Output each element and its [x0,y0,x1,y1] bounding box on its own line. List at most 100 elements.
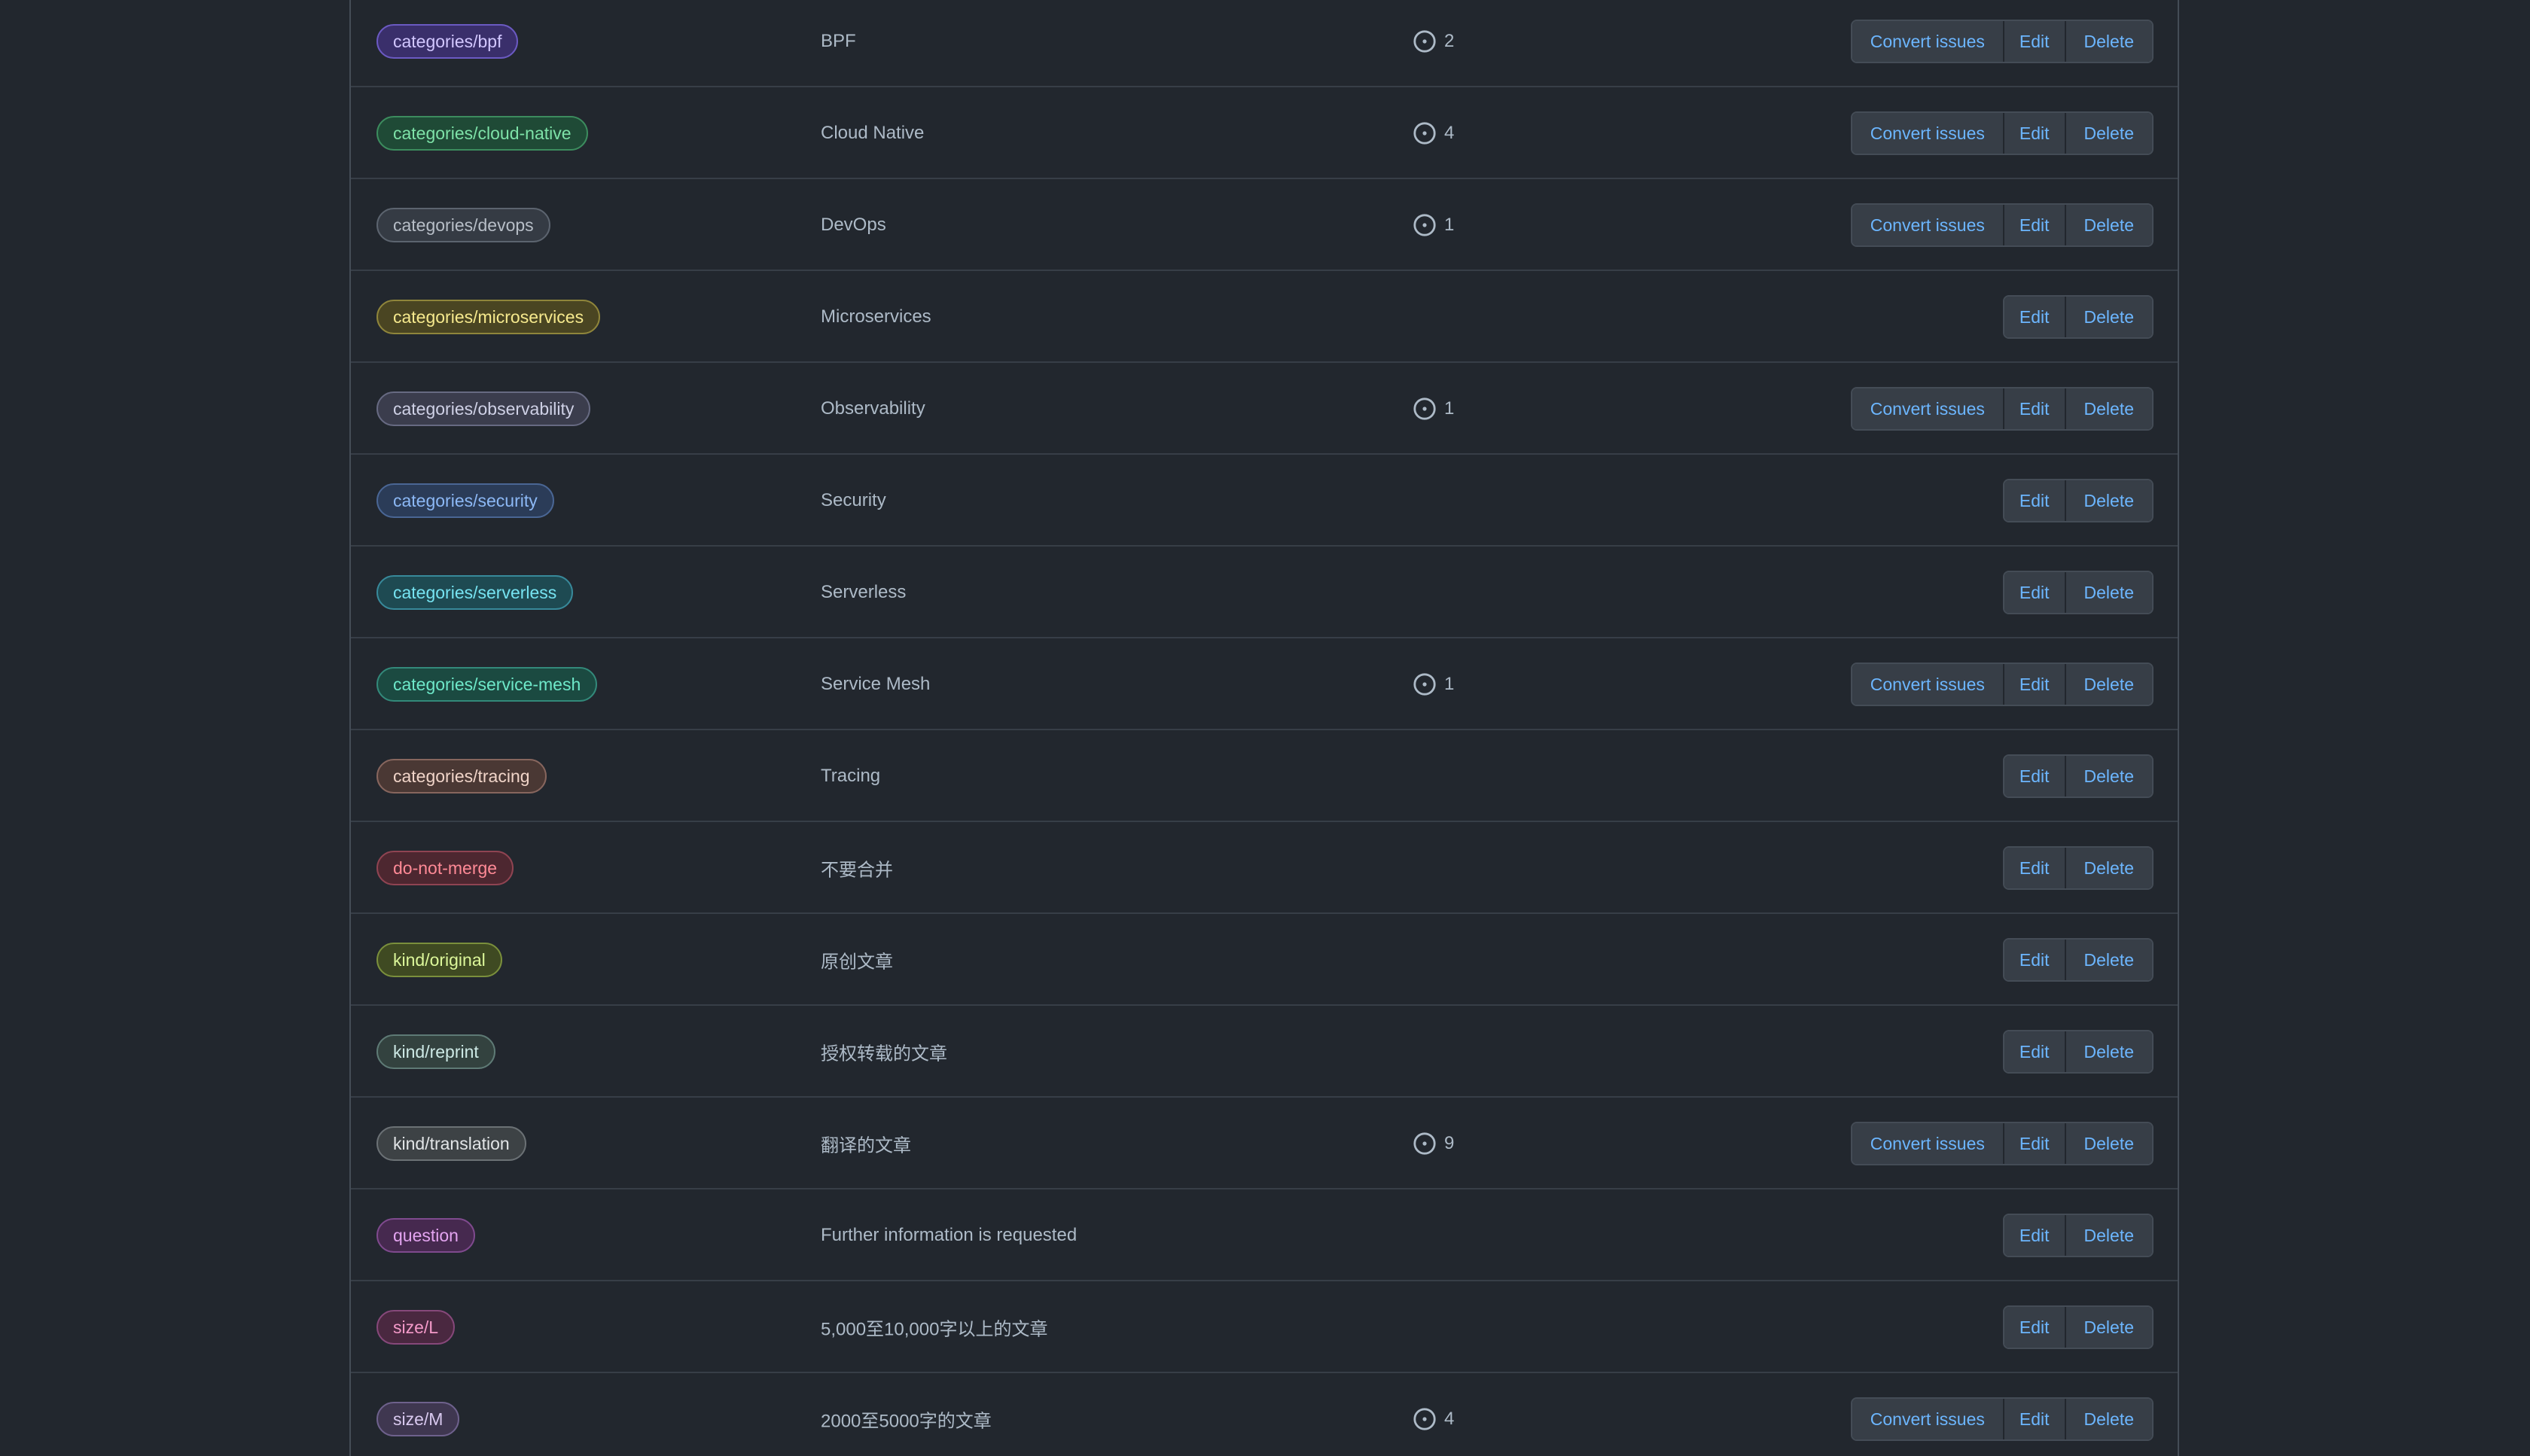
edit-button[interactable]: Edit [2002,1399,2065,1439]
label-pill[interactable]: kind/translation [376,1126,526,1161]
label-description: 翻译的文章 [821,1135,911,1156]
delete-button[interactable]: Delete [2064,572,2152,613]
open-issues-count: 2 [1444,31,1455,51]
edit-button[interactable]: Edit [2004,940,2065,980]
label-row: categories/tracing Tracing Edit Delete [351,732,2178,822]
edit-button[interactable]: Edit [2004,480,2065,521]
label-pill[interactable]: kind/reprint [376,1034,495,1069]
label-description: Service Mesh [821,674,931,694]
label-pill[interactable]: categories/observability [376,391,591,426]
label-description: 2000至5000字的文章 [821,1411,992,1432]
open-issues-link[interactable]: 9 [1413,1132,1454,1156]
issue-opened-icon [1413,122,1436,145]
label-actions: Edit Delete [2002,479,2154,522]
label-row: categories/devops DevOps 1 Convert issues Ed… [351,181,2178,271]
open-issues-count: 4 [1444,123,1455,143]
label-description: 不要合并 [821,860,893,881]
open-issues-count: 1 [1444,398,1455,419]
edit-button[interactable]: Edit [2004,848,2065,888]
label-pill[interactable]: categories/tracing [376,759,547,793]
label-actions: Convert issues Edit Delete [1850,1122,2154,1165]
delete-button[interactable]: Delete [2064,848,2152,888]
convert-issues-button[interactable]: Convert issues [1852,21,2003,62]
delete-button[interactable]: Delete [2064,297,2152,337]
label-actions: Edit Delete [2002,1030,2154,1074]
delete-button[interactable]: Delete [2064,756,2152,797]
edit-button[interactable]: Edit [2002,1123,2065,1164]
edit-button[interactable]: Edit [2004,1031,2065,1072]
delete-button[interactable]: Delete [2064,664,2152,705]
edit-button[interactable]: Edit [2004,1215,2065,1256]
convert-issues-button[interactable]: Convert issues [1852,664,2003,705]
label-row: categories/cloud-native Cloud Native 4 Conv… [351,89,2178,179]
label-pill[interactable]: kind/original [376,943,502,977]
issue-opened-icon [1413,673,1436,696]
label-pill[interactable]: do-not-merge [376,851,514,885]
label-row: kind/original 原创文章 Edit Delete [351,915,2178,1006]
convert-issues-button[interactable]: Convert issues [1852,1399,2003,1439]
label-pill[interactable]: categories/security [376,483,554,518]
edit-button[interactable]: Edit [2004,1307,2065,1348]
label-description: 原创文章 [821,952,893,973]
label-description: 授权转载的文章 [821,1043,947,1065]
label-actions: Edit Delete [2002,571,2154,614]
label-description: DevOps [821,215,886,235]
label-actions: Convert issues Edit Delete [1850,203,2154,247]
label-actions: Edit Delete [2002,846,2154,890]
label-pill[interactable]: categories/serverless [376,575,574,610]
label-description: Serverless [821,582,907,602]
open-issues-link[interactable]: 2 [1413,29,1454,53]
convert-issues-button[interactable]: Convert issues [1852,1123,2003,1164]
open-issues-count: 1 [1444,215,1455,235]
label-description: Microservices [821,306,931,327]
label-row: categories/security Security Edit Delete [351,456,2178,547]
delete-button[interactable]: Delete [2064,1031,2152,1072]
edit-button[interactable]: Edit [2004,756,2065,797]
delete-button[interactable]: Delete [2064,1307,2152,1348]
open-issues-link[interactable]: 4 [1413,121,1454,145]
delete-button[interactable]: Delete [2064,205,2152,245]
convert-issues-button[interactable]: Convert issues [1852,388,2003,429]
edit-button[interactable]: Edit [2002,113,2065,154]
label-actions: Edit Delete [2002,1214,2154,1257]
label-pill[interactable]: question [376,1218,475,1253]
label-pill[interactable]: size/L [376,1310,456,1345]
delete-button[interactable]: Delete [2064,1215,2152,1256]
convert-issues-button[interactable]: Convert issues [1852,113,2003,154]
open-issues-link[interactable]: 1 [1413,213,1454,237]
open-issues-link[interactable]: 1 [1413,672,1454,696]
open-issues-count: 1 [1444,674,1455,694]
label-pill[interactable]: categories/cloud-native [376,116,588,151]
edit-button[interactable]: Edit [2002,21,2065,62]
label-pill[interactable]: size/M [376,1402,460,1436]
issue-opened-icon [1413,398,1436,420]
labels-page: categories/bpf BPF 2 Convert issues Edit Dele… [0,0,2530,1456]
label-row: do-not-merge 不要合并 Edit Delete [351,824,2178,914]
label-pill[interactable]: categories/devops [376,208,550,242]
label-row: kind/reprint 授权转载的文章 Edit Delete [351,1007,2178,1098]
delete-button[interactable]: Delete [2064,21,2152,62]
label-pill[interactable]: categories/microservices [376,300,601,334]
edit-button[interactable]: Edit [2004,297,2065,337]
edit-button[interactable]: Edit [2004,572,2065,613]
edit-button[interactable]: Edit [2002,205,2065,245]
label-pill[interactable]: categories/service-mesh [376,667,598,702]
label-description: Cloud Native [821,123,925,143]
issue-opened-icon [1413,1408,1436,1430]
delete-button[interactable]: Delete [2064,388,2152,429]
delete-button[interactable]: Delete [2064,113,2152,154]
convert-issues-button[interactable]: Convert issues [1852,205,2003,245]
delete-button[interactable]: Delete [2064,940,2152,980]
edit-button[interactable]: Edit [2002,388,2065,429]
open-issues-link[interactable]: 4 [1413,1407,1454,1431]
label-pill[interactable]: categories/bpf [376,24,519,59]
delete-button[interactable]: Delete [2064,480,2152,521]
delete-button[interactable]: Delete [2064,1399,2152,1439]
open-issues-link[interactable]: 1 [1413,397,1454,421]
label-actions: Edit Delete [2002,295,2154,339]
label-row: question Further information is requested… [351,1191,2178,1281]
edit-button[interactable]: Edit [2002,664,2065,705]
label-description: Observability [821,398,925,419]
delete-button[interactable]: Delete [2064,1123,2152,1164]
issue-opened-icon [1413,30,1436,53]
